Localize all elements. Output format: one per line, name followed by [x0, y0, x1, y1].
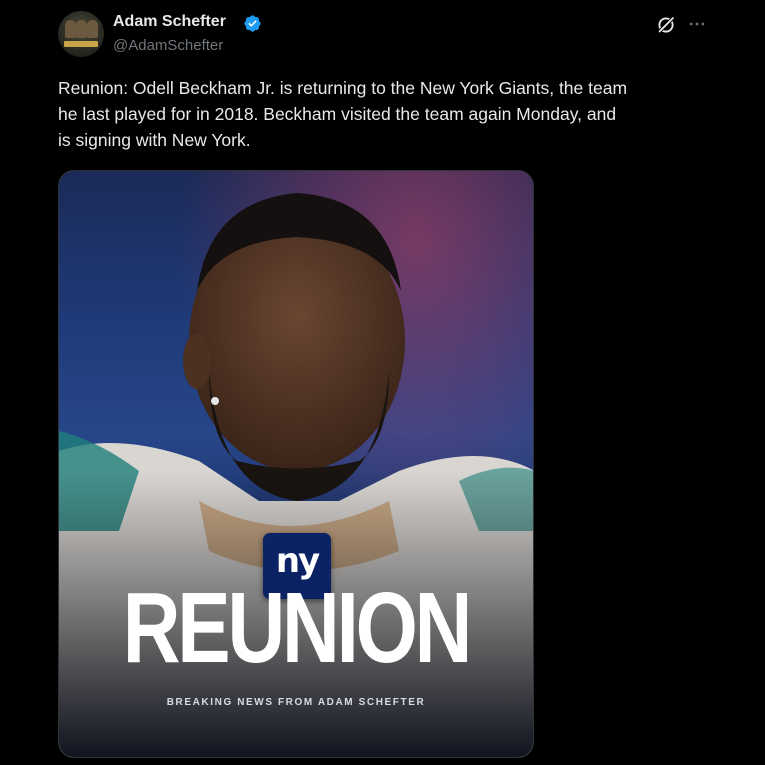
- tweet-media-image[interactable]: ny REUNION BREAKING NEWS FROM ADAM SCHEF…: [58, 170, 534, 758]
- avatar[interactable]: [58, 11, 104, 57]
- verified-badge-icon: [244, 15, 261, 32]
- grok-icon[interactable]: [655, 14, 677, 36]
- avatar-banner: [64, 41, 98, 47]
- more-options-icon[interactable]: [687, 14, 707, 34]
- media-headline: REUNION: [122, 572, 473, 684]
- media-caption: BREAKING NEWS FROM ADAM SCHEFTER: [166, 697, 426, 708]
- handle[interactable]: @AdamSchefter: [113, 36, 223, 56]
- display-name[interactable]: Adam Schefter: [113, 12, 226, 32]
- avatar-figure-middle: [76, 20, 87, 38]
- tweet-text: Reunion: Odell Beckham Jr. is returning …: [58, 78, 628, 150]
- tweet-card[interactable]: Adam Schefter @AdamSchefter Reunion: Ode…: [0, 0, 765, 765]
- avatar-figure-left: [65, 20, 76, 38]
- avatar-figure-right: [87, 20, 98, 38]
